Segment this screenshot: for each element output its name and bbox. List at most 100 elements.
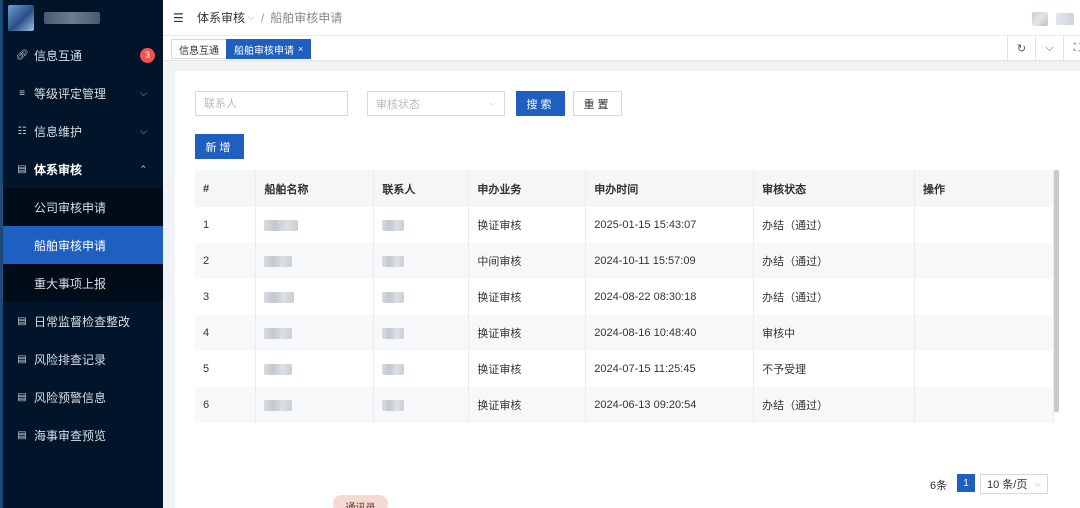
- status-cell: 办结（通过）: [753, 387, 916, 423]
- search-button[interactable]: 搜索: [516, 91, 565, 116]
- notification-badge: 3: [140, 47, 155, 63]
- contact-blurred: [382, 399, 405, 411]
- table-row[interactable]: 1 换证审核 2025-01-15 15:43:07 办结（通过）: [195, 207, 1054, 243]
- ship-name-cell: [255, 351, 375, 387]
- column-header: 联系人: [373, 170, 470, 207]
- menu-fold-icon[interactable]: ☰: [173, 11, 185, 25]
- ship-name-cell: [255, 315, 375, 351]
- sidebar-subitem-company-audit[interactable]: 公司审核申请: [0, 188, 163, 226]
- sidebar-item-level-rating[interactable]: ≡ 等级评定管理 ⌵: [0, 74, 163, 112]
- audit-icon: ▤: [17, 163, 27, 175]
- sidebar-item-label: 体系审核: [34, 162, 83, 177]
- breadcrumb-current: 船舶审核申请: [270, 11, 343, 25]
- time-cell: 2024-07-15 11:25:45: [585, 351, 755, 387]
- table-row[interactable]: 3 换证审核 2024-08-22 08:30:18 办结（通过）: [195, 279, 1054, 315]
- avatar[interactable]: [1032, 12, 1048, 26]
- ship-name-cell: [255, 243, 375, 279]
- sidebar: 🔗︎ 信息互通 3 ≡ 等级评定管理 ⌵ ☷ 信息维护 ⌵ ▤ 体系审核 ⌃ 公…: [0, 0, 163, 508]
- status-select-placeholder: 审核状态: [376, 98, 420, 111]
- business-cell: 换证审核: [468, 279, 587, 315]
- logo-icon: [8, 5, 34, 31]
- doc-check-icon: ▤: [17, 391, 27, 403]
- link-icon: 🔗︎: [16, 49, 29, 61]
- action-cell: [914, 351, 1054, 387]
- sidebar-item-label: 信息互通: [34, 48, 83, 63]
- sidebar-item-risk-check[interactable]: ▤ 风险排查记录: [0, 340, 163, 378]
- ship-name-blurred: [264, 363, 293, 375]
- doc-check-icon: ▤: [17, 353, 27, 365]
- sidebar-item-system-audit[interactable]: ▤ 体系审核 ⌃: [0, 150, 163, 188]
- ship-name-blurred: [264, 327, 293, 339]
- row-number: 4: [195, 315, 257, 351]
- sidebar-item-info-maintenance[interactable]: ☷ 信息维护 ⌵: [0, 112, 163, 150]
- sidebar-item-label: 信息维护: [34, 124, 83, 139]
- chevron-down-icon[interactable]: ⌵: [1035, 36, 1063, 61]
- sidebar-item-daily-supervision[interactable]: ▤ 日常监督检查整改: [0, 302, 163, 340]
- business-cell: 换证审核: [468, 351, 587, 387]
- ship-name-blurred: [264, 255, 293, 267]
- ship-name-cell: [255, 387, 375, 423]
- ship-name-cell: [255, 207, 375, 243]
- business-cell: 中间审核: [468, 243, 587, 279]
- table-row[interactable]: 4 换证审核 2024-08-16 10:48:40 审核中: [195, 315, 1054, 351]
- org-icon: ☷: [17, 125, 27, 137]
- sidebar-subitem-label: 船舶审核申请: [34, 238, 107, 253]
- sidebar-subitem-ship-audit[interactable]: 船舶审核申请: [0, 226, 163, 264]
- reset-button[interactable]: 重置: [573, 91, 622, 116]
- contact-cell: [373, 243, 470, 279]
- pagination-total: 6条: [930, 480, 948, 492]
- column-header: 船舶名称: [255, 170, 375, 207]
- contact-cell: [373, 387, 470, 423]
- refresh-icon[interactable]: ↻: [1007, 36, 1035, 61]
- status-cell: 办结（通过）: [753, 207, 916, 243]
- sidebar-item-info-exchange[interactable]: 🔗︎ 信息互通 3: [0, 36, 163, 74]
- table-row[interactable]: 5 换证审核 2024-07-15 11:25:45 不予受理: [195, 351, 1054, 387]
- row-number: 1: [195, 207, 257, 243]
- time-cell: 2024-10-11 15:57:09: [585, 243, 755, 279]
- status-cell: 办结（通过）: [753, 279, 916, 315]
- contact-cell: [373, 279, 470, 315]
- time-cell: 2024-08-22 08:30:18: [585, 279, 755, 315]
- sidebar-subitem-major-report[interactable]: 重大事项上报: [0, 264, 163, 302]
- chevron-down-icon: ⌵: [489, 98, 496, 108]
- contact-cell: [373, 351, 470, 387]
- page-size-select[interactable]: 10 条/页 ⌵: [980, 474, 1048, 494]
- tab-label: 船舶审核申请: [234, 45, 294, 57]
- chevron-down-icon: ⌵: [1034, 479, 1041, 488]
- contact-cell: [373, 207, 470, 243]
- status-cell: 不予受理: [753, 351, 916, 387]
- pagination-page-1[interactable]: 1: [957, 474, 975, 492]
- time-cell: 2025-01-15 15:43:07: [585, 207, 755, 243]
- sidebar-item-risk-warning[interactable]: ▤ 风险预警信息: [0, 378, 163, 416]
- table-row[interactable]: 6 换证审核 2024-06-13 09:20:54 办结（通过）: [195, 387, 1054, 423]
- tab-ship-audit[interactable]: 船舶审核申请 ×: [226, 39, 312, 59]
- breadcrumb-parent[interactable]: 体系审核: [197, 9, 245, 26]
- business-cell: 换证审核: [468, 315, 587, 351]
- contact-blurred: [382, 327, 405, 339]
- fullscreen-icon[interactable]: ⛶: [1063, 36, 1080, 61]
- tab-info-exchange[interactable]: 信息互通: [171, 39, 227, 59]
- table-scrollbar[interactable]: [1054, 170, 1059, 412]
- top-header: ☰ 体系审核 ⌵ / 船舶审核申请: [163, 0, 1080, 36]
- doc-check-icon: ▤: [17, 429, 27, 441]
- sidebar-item-label: 等级评定管理: [34, 86, 107, 101]
- close-icon[interactable]: ×: [298, 44, 303, 54]
- audit-table: # 船舶名称 联系人 申办业务 申办时间 审核状态 操作 1 换证审核 2025…: [195, 170, 1059, 423]
- contact-input[interactable]: [195, 91, 348, 116]
- contacts-floating-button[interactable]: 通讯录: [333, 495, 388, 508]
- sidebar-subitem-label: 公司审核申请: [34, 200, 107, 215]
- submenu-system-audit: 公司审核申请 船舶审核申请 重大事项上报: [0, 188, 163, 302]
- status-select[interactable]: 审核状态 ⌵: [367, 91, 505, 116]
- business-cell: 换证审核: [468, 387, 587, 423]
- sidebar-item-maritime-preview[interactable]: ▤ 海事审查预览: [0, 416, 163, 454]
- ship-name-cell: [255, 279, 375, 315]
- table-row[interactable]: 2 中间审核 2024-10-11 15:57:09 办结（通过）: [195, 243, 1054, 279]
- user-name-blurred[interactable]: [1056, 13, 1074, 25]
- row-number: 6: [195, 387, 257, 423]
- add-button[interactable]: 新增: [195, 134, 244, 159]
- contact-blurred: [382, 219, 405, 231]
- contact-blurred: [382, 363, 405, 375]
- time-cell: 2024-08-16 10:48:40: [585, 315, 755, 351]
- action-cell: [914, 279, 1054, 315]
- ship-name-blurred: [264, 219, 299, 231]
